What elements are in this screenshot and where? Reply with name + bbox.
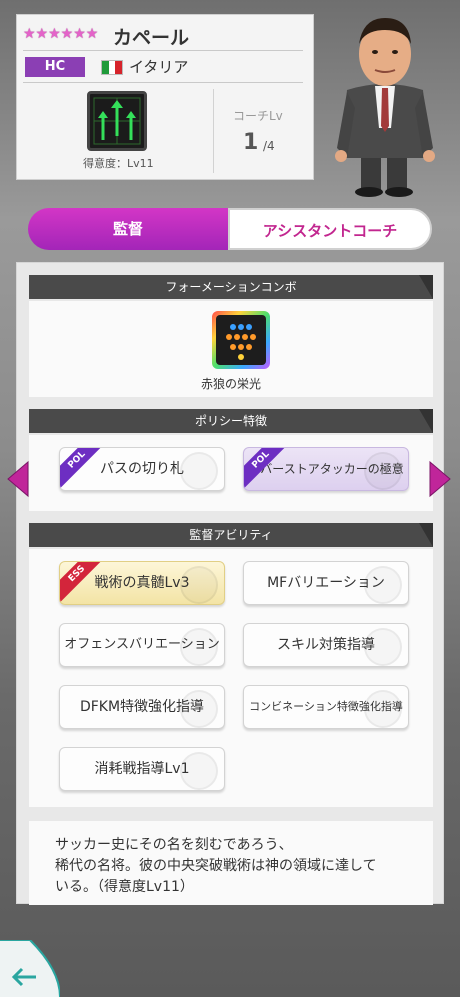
- abilities-header: 監督アビリティ: [29, 523, 433, 547]
- description-line: サッカー史にその名を刻むであろう、: [55, 837, 293, 853]
- formation-tactic-icon: [87, 91, 147, 151]
- ability-chip[interactable]: DFKM特徴強化指導: [59, 685, 225, 729]
- coach-level-max: /4: [263, 139, 275, 153]
- policy-chip[interactable]: POL パスの切り札: [59, 447, 225, 491]
- formation-combo-header: フォーメーションコンボ: [29, 275, 433, 299]
- ability-chip[interactable]: MFバリエーション: [243, 561, 409, 605]
- back-button[interactable]: [0, 939, 61, 997]
- ability-label: 戦術の真髄Lv3: [94, 575, 190, 591]
- coach-type-tabs: 監督 アシスタントコーチ: [28, 208, 432, 250]
- abilities-section: ESS 戦術の真髄Lv3 MFバリエーション オフェンスバリエーション スキル対…: [29, 549, 433, 807]
- ability-chip[interactable]: 消耗戦指導Lv1: [59, 747, 225, 791]
- policy-header: ポリシー特徴: [29, 409, 433, 433]
- coach-info-card: ★★★★★★ カペール HC イタリア 得意度：Lv11 コーチLv 1 /4: [16, 14, 314, 180]
- next-arrow-icon[interactable]: [428, 460, 452, 498]
- formation-combo-section: 赤狼の栄光: [29, 301, 433, 397]
- coach-detail-panel: フォーメーションコンボ 赤狼の栄光 ポリシー特徴 POL パスの切り札 POL …: [16, 262, 444, 905]
- formation-combo-icon[interactable]: [212, 311, 270, 369]
- ability-label: DFKM特徴強化指導: [79, 699, 205, 715]
- policy-chip[interactable]: POL ロバーストアタッカーの極意: [243, 447, 409, 491]
- previous-arrow-icon[interactable]: [6, 460, 30, 498]
- ability-chip[interactable]: スキル対策指導: [243, 623, 409, 667]
- coach-name: カペール: [113, 27, 190, 49]
- coach-avatar: [325, 8, 445, 198]
- rarity-stars: ★★★★★★: [23, 27, 98, 41]
- policy-label: ロバーストアタッカーの極意: [248, 462, 404, 476]
- divider: [23, 82, 303, 83]
- ability-label: 消耗戦指導Lv1: [94, 761, 190, 777]
- ability-label: オフェンスバリエーション: [64, 637, 220, 652]
- role-badge: HC: [25, 57, 85, 77]
- coach-description: サッカー史にその名を刻むであろう、 稀代の名将。彼の中央突破戦術は神の領域に達し…: [29, 821, 433, 905]
- divider: [23, 50, 303, 51]
- coach-level-label: コーチLv: [233, 109, 283, 123]
- ability-chip[interactable]: オフェンスバリエーション: [59, 623, 225, 667]
- divider: [213, 89, 214, 173]
- ability-label: コンビネーション特徴強化指導: [249, 700, 403, 713]
- nationality: イタリア: [129, 58, 189, 76]
- rarity-stars-text: ★★★★★★: [23, 26, 99, 42]
- policy-label: パスの切り札: [100, 461, 184, 477]
- ball-icon: [180, 452, 218, 490]
- formation-combo-name: 赤狼の栄光: [200, 377, 261, 391]
- policy-section: POL パスの切り札 POL ロバーストアタッカーの極意: [29, 435, 433, 511]
- description-line: いる。（得意度Lv11）: [55, 879, 194, 895]
- ability-label: MFバリエーション: [267, 575, 385, 591]
- proficiency-level: 得意度：Lv11: [83, 157, 154, 170]
- ability-label: スキル対策指導: [277, 637, 375, 653]
- tab-assistant-coach[interactable]: アシスタントコーチ: [228, 208, 432, 250]
- ability-chip[interactable]: コンビネーション特徴強化指導: [243, 685, 409, 729]
- coach-level-value: 1: [243, 130, 259, 155]
- ability-chip[interactable]: ESS 戦術の真髄Lv3: [59, 561, 225, 605]
- italy-flag-icon: [101, 60, 123, 75]
- description-line: 稀代の名将。彼の中央突破戦術は神の領域に達して: [55, 858, 377, 874]
- tab-head-coach[interactable]: 監督: [28, 208, 228, 250]
